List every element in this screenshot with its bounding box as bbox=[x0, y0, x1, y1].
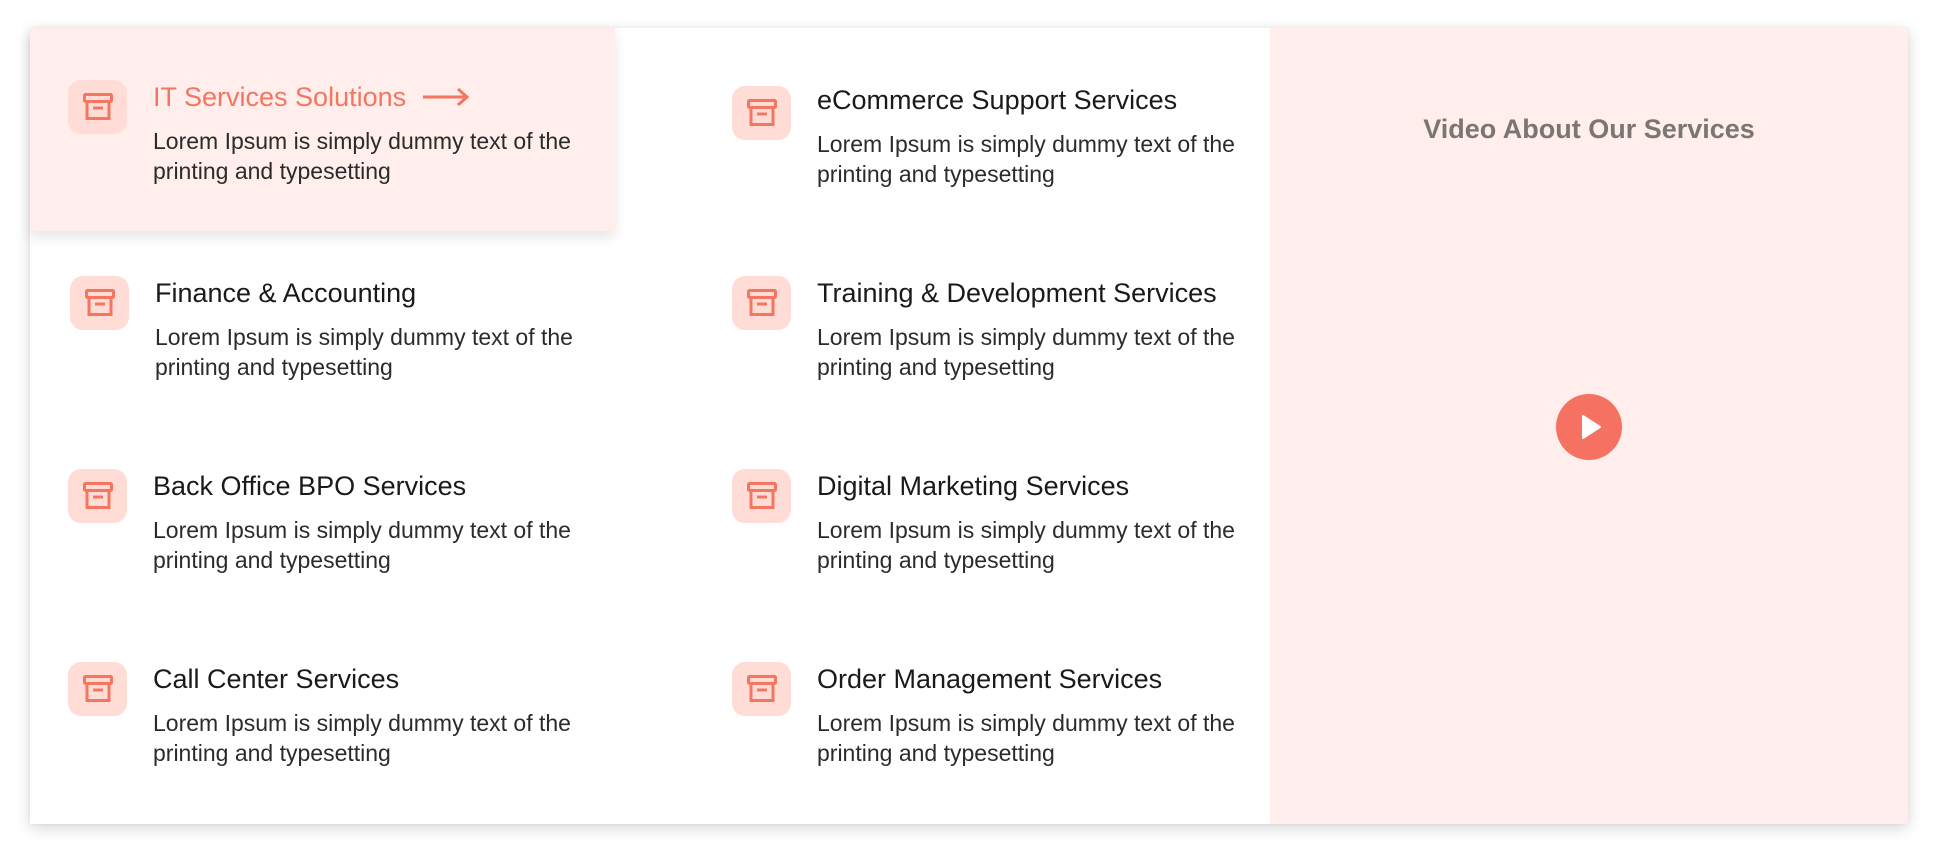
archive-box-icon bbox=[68, 80, 127, 134]
archive-box-icon bbox=[732, 276, 791, 330]
play-button[interactable] bbox=[1556, 394, 1622, 460]
video-title: Video About Our Services bbox=[1423, 114, 1755, 144]
service-desc: Lorem Ipsum is simply dummy text of the … bbox=[153, 128, 571, 184]
service-item-it-services[interactable]: IT Services Solutions Lorem Ipsum is sim… bbox=[30, 28, 615, 231]
service-title: Call Center Services bbox=[153, 664, 400, 694]
arrow-right-icon bbox=[423, 87, 470, 106]
video-panel: Video About Our Services bbox=[1270, 28, 1908, 824]
service-desc: Lorem Ipsum is simply dummy text of the … bbox=[817, 131, 1235, 187]
service-item-call-center[interactable]: Call Center Services Lorem Ipsum is simp… bbox=[30, 610, 615, 813]
service-title: Finance & Accounting bbox=[155, 278, 417, 308]
service-title: Digital Marketing Services bbox=[817, 471, 1130, 501]
services-card: IT Services Solutions Lorem Ipsum is sim… bbox=[30, 28, 1908, 824]
service-title: Training & Development Services bbox=[817, 278, 1217, 308]
service-title: eCommerce Support Services bbox=[817, 85, 1178, 115]
play-icon bbox=[1582, 415, 1601, 439]
service-item-order-management[interactable]: Order Management Services Lorem Ipsum is… bbox=[662, 610, 1247, 813]
service-item-back-office-bpo[interactable]: Back Office BPO Services Lorem Ipsum is … bbox=[30, 417, 615, 620]
service-desc: Lorem Ipsum is simply dummy text of the … bbox=[817, 710, 1235, 766]
service-item-training-development[interactable]: Training & Development Services Lorem Ip… bbox=[662, 224, 1247, 427]
archive-box-icon bbox=[68, 662, 127, 716]
archive-box-icon bbox=[732, 86, 791, 140]
service-desc: Lorem Ipsum is simply dummy text of the … bbox=[155, 324, 573, 380]
service-item-ecommerce-support[interactable]: eCommerce Support Services Lorem Ipsum i… bbox=[662, 31, 1247, 234]
service-title-text: IT Services Solutions bbox=[153, 82, 407, 112]
archive-box-icon bbox=[732, 469, 791, 523]
service-desc: Lorem Ipsum is simply dummy text of the … bbox=[153, 517, 571, 573]
service-desc: Lorem Ipsum is simply dummy text of the … bbox=[153, 710, 571, 766]
archive-box-icon bbox=[70, 276, 129, 330]
service-title: IT Services Solutions bbox=[153, 80, 470, 114]
service-desc: Lorem Ipsum is simply dummy text of the … bbox=[817, 324, 1235, 380]
service-title: Order Management Services bbox=[817, 664, 1163, 694]
service-item-finance-accounting[interactable]: Finance & Accounting Lorem Ipsum is simp… bbox=[30, 224, 615, 427]
service-item-digital-marketing[interactable]: Digital Marketing Services Lorem Ipsum i… bbox=[662, 417, 1247, 620]
archive-box-icon bbox=[68, 469, 127, 523]
service-title: Back Office BPO Services bbox=[153, 471, 467, 501]
service-desc: Lorem Ipsum is simply dummy text of the … bbox=[817, 517, 1235, 573]
services-grid: IT Services Solutions Lorem Ipsum is sim… bbox=[30, 28, 1270, 824]
archive-box-icon bbox=[732, 662, 791, 716]
